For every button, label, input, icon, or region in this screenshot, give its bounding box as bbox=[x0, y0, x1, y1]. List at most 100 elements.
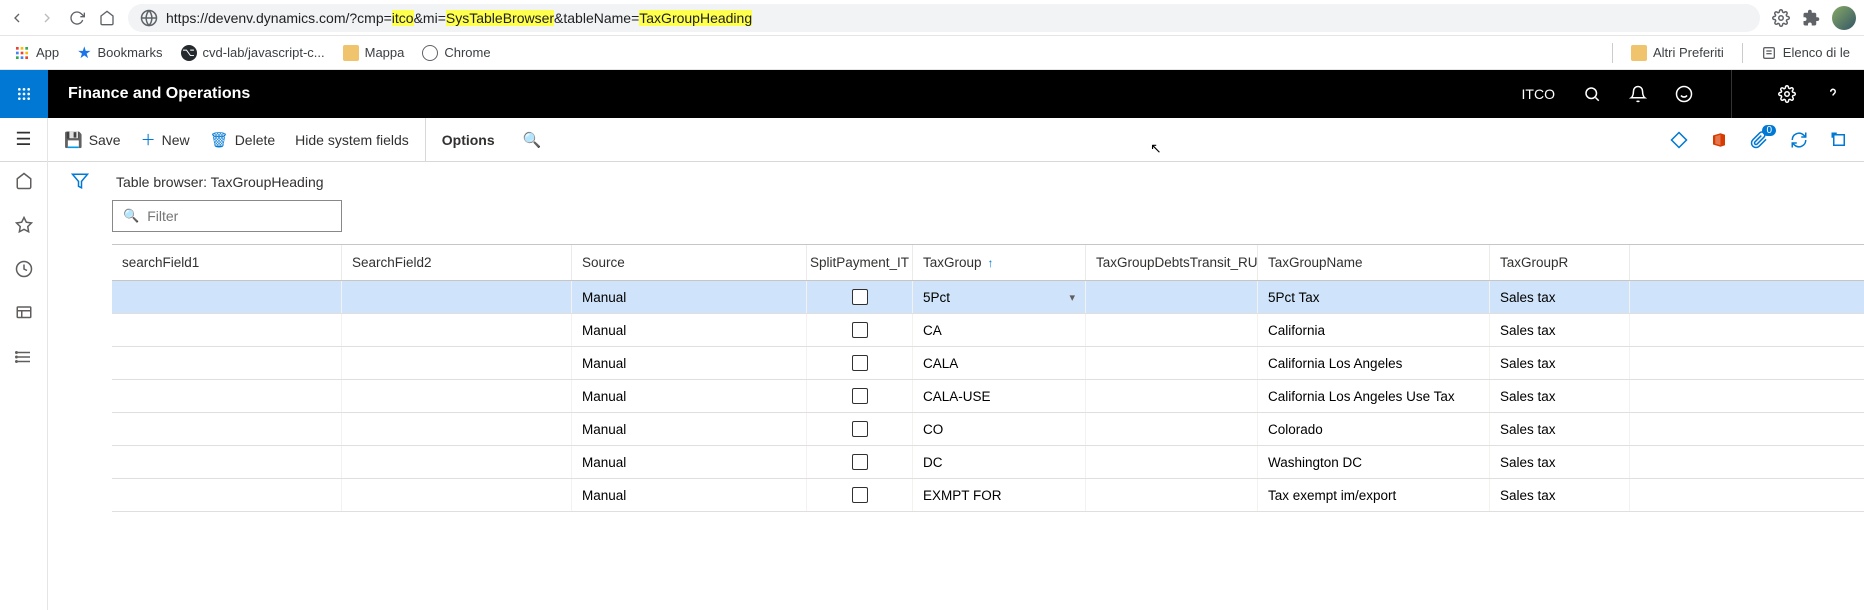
cell-round[interactable]: Sales tax bbox=[1490, 380, 1630, 412]
table-row[interactable]: ManualEXMPT FORTax exempt im/exportSales… bbox=[112, 479, 1864, 512]
cell-debts[interactable] bbox=[1086, 479, 1258, 511]
bookmarks-shortcut[interactable]: ★Bookmarks bbox=[77, 43, 162, 63]
cell-sf2[interactable] bbox=[342, 479, 572, 511]
extensions-icon[interactable] bbox=[1802, 9, 1820, 27]
nav-toggle[interactable]: ☰ bbox=[0, 118, 48, 162]
cell-debts[interactable] bbox=[1086, 380, 1258, 412]
address-bar[interactable]: https://devenv.dynamics.com/?cmp=itco&mi… bbox=[128, 4, 1760, 32]
cell-taxgroup[interactable]: CA bbox=[913, 314, 1086, 346]
clock-icon[interactable] bbox=[15, 260, 33, 278]
col-searchfield1[interactable]: searchField1 bbox=[112, 245, 342, 280]
cell-sf2[interactable] bbox=[342, 314, 572, 346]
cell-splitpayment[interactable] bbox=[807, 314, 913, 346]
star-icon[interactable] bbox=[15, 216, 33, 234]
cell-sf1[interactable] bbox=[112, 347, 342, 379]
cell-source[interactable]: Manual bbox=[572, 281, 807, 313]
back-button[interactable] bbox=[8, 9, 26, 27]
col-searchfield2[interactable]: SearchField2 bbox=[342, 245, 572, 280]
cell-source[interactable]: Manual bbox=[572, 479, 807, 511]
attachments-button[interactable]: 0 bbox=[1750, 131, 1768, 149]
col-taxgroup[interactable]: TaxGroup↑ bbox=[913, 245, 1086, 280]
profile-avatar[interactable] bbox=[1832, 6, 1856, 30]
cell-taxgroupname[interactable]: California Los Angeles bbox=[1258, 347, 1490, 379]
popout-icon[interactable] bbox=[1830, 131, 1848, 149]
cell-taxgroup[interactable]: CALA bbox=[913, 347, 1086, 379]
cell-round[interactable]: Sales tax bbox=[1490, 314, 1630, 346]
cell-sf2[interactable] bbox=[342, 413, 572, 445]
cell-debts[interactable] bbox=[1086, 347, 1258, 379]
table-row[interactable]: ManualDCWashington DCSales tax bbox=[112, 446, 1864, 479]
cell-debts[interactable] bbox=[1086, 413, 1258, 445]
cell-debts[interactable] bbox=[1086, 314, 1258, 346]
checkbox[interactable] bbox=[852, 322, 868, 338]
refresh-icon[interactable] bbox=[1790, 131, 1808, 149]
cell-sf1[interactable] bbox=[112, 446, 342, 478]
table-row[interactable]: Manual CALA California Los AngelesSales ta… bbox=[112, 347, 1864, 380]
cell-debts[interactable] bbox=[1086, 446, 1258, 478]
home-icon[interactable] bbox=[15, 172, 33, 190]
cell-sf2[interactable] bbox=[342, 281, 572, 313]
mappa-bookmark[interactable]: Mappa bbox=[343, 45, 405, 61]
cell-sf2[interactable] bbox=[342, 446, 572, 478]
cell-round[interactable]: Sales tax bbox=[1490, 281, 1630, 313]
quick-filter[interactable]: 🔍 bbox=[112, 200, 342, 232]
app-launcher[interactable] bbox=[0, 70, 48, 118]
github-bookmark[interactable]: ⌥cvd-lab/javascript-c... bbox=[181, 45, 325, 61]
bell-icon[interactable] bbox=[1629, 85, 1647, 103]
modules-icon[interactable] bbox=[15, 348, 33, 366]
settings-gear-icon[interactable] bbox=[1772, 9, 1790, 27]
col-taxgroupdebts[interactable]: TaxGroupDebtsTransit_RU bbox=[1086, 245, 1258, 280]
table-row[interactable]: ManualCOColoradoSales tax bbox=[112, 413, 1864, 446]
cell-debts[interactable] bbox=[1086, 281, 1258, 313]
cell-splitpayment[interactable] bbox=[807, 479, 913, 511]
checkbox[interactable] bbox=[852, 388, 868, 404]
cell-taxgroupname[interactable]: Colorado bbox=[1258, 413, 1490, 445]
altri-preferiti[interactable]: Altri Preferiti bbox=[1631, 45, 1724, 61]
diamond-icon[interactable] bbox=[1670, 131, 1688, 149]
cell-taxgroup[interactable]: 5Pct▾ bbox=[913, 281, 1086, 313]
home-button[interactable] bbox=[98, 9, 116, 27]
table-row[interactable]: ManualCALA-USECalifornia Los Angeles Use… bbox=[112, 380, 1864, 413]
apps-shortcut[interactable]: App bbox=[14, 45, 59, 61]
table-row[interactable]: Manual5Pct▾5Pct TaxSales tax bbox=[112, 281, 1864, 314]
cell-round[interactable]: Sales tax bbox=[1490, 347, 1630, 379]
cell-taxgroupname[interactable]: California Los Angeles Use Tax bbox=[1258, 380, 1490, 412]
checkbox[interactable] bbox=[852, 454, 868, 470]
cell-taxgroup[interactable]: DC bbox=[913, 446, 1086, 478]
office-icon[interactable] bbox=[1710, 131, 1728, 149]
cell-round[interactable]: Sales tax bbox=[1490, 479, 1630, 511]
cell-splitpayment[interactable] bbox=[807, 413, 913, 445]
cell-splitpayment[interactable] bbox=[807, 347, 913, 379]
filter-pane-toggle[interactable] bbox=[48, 162, 112, 610]
search-icon[interactable] bbox=[1583, 85, 1601, 103]
forward-button[interactable] bbox=[38, 9, 56, 27]
cell-taxgroup[interactable]: CALA-USE bbox=[913, 380, 1086, 412]
cell-sf1[interactable] bbox=[112, 314, 342, 346]
smiley-icon[interactable] bbox=[1675, 85, 1693, 103]
checkbox[interactable] bbox=[852, 487, 868, 503]
cell-source[interactable]: Manual bbox=[572, 314, 807, 346]
cell-sf1[interactable] bbox=[112, 479, 342, 511]
action-search-icon[interactable]: 🔍 bbox=[523, 131, 542, 149]
delete-button[interactable]: 🗑Delete bbox=[210, 131, 276, 149]
cell-splitpayment[interactable] bbox=[807, 446, 913, 478]
company-code[interactable]: ITCO bbox=[1522, 86, 1555, 102]
save-button[interactable]: 💾Save bbox=[64, 131, 121, 149]
workspace-icon[interactable] bbox=[15, 304, 33, 322]
cell-source[interactable]: Manual bbox=[572, 347, 807, 379]
cell-taxgroup[interactable]: CO bbox=[913, 413, 1086, 445]
col-taxgroupround[interactable]: TaxGroupR bbox=[1490, 245, 1630, 280]
cell-taxgroupname[interactable]: Tax exempt im/export bbox=[1258, 479, 1490, 511]
checkbox[interactable] bbox=[852, 289, 868, 305]
cell-sf2[interactable] bbox=[342, 347, 572, 379]
new-button[interactable]: ＋New bbox=[141, 129, 190, 150]
cell-sf1[interactable] bbox=[112, 380, 342, 412]
checkbox[interactable] bbox=[852, 421, 868, 437]
col-splitpayment[interactable]: SplitPayment_IT bbox=[807, 245, 913, 280]
gear-icon[interactable] bbox=[1778, 85, 1796, 103]
cell-round[interactable]: Sales tax bbox=[1490, 413, 1630, 445]
cell-taxgroupname[interactable]: California bbox=[1258, 314, 1490, 346]
col-source[interactable]: Source bbox=[572, 245, 807, 280]
cell-taxgroupname[interactable]: Washington DC bbox=[1258, 446, 1490, 478]
filter-input[interactable] bbox=[147, 208, 331, 224]
